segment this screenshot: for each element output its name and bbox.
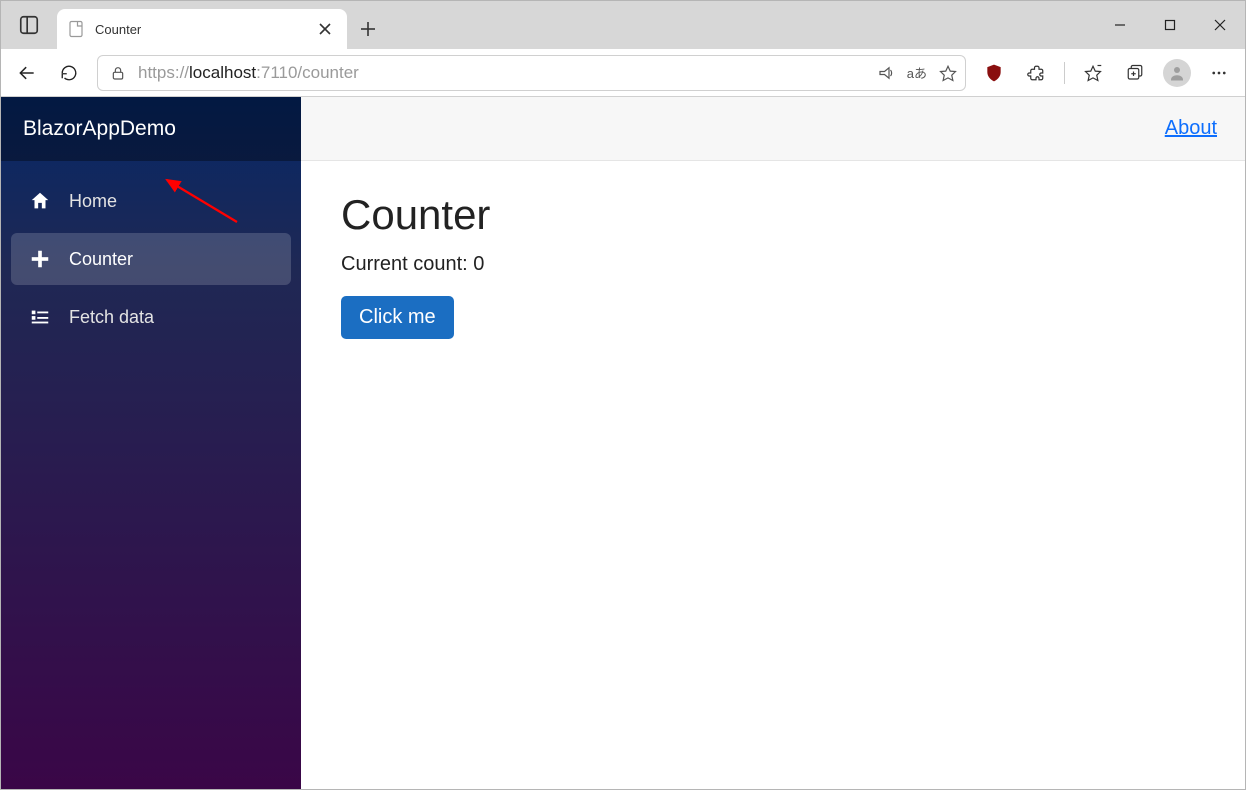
more-button[interactable] <box>1199 53 1239 93</box>
window-maximize-button[interactable] <box>1145 1 1195 49</box>
browser-tab[interactable]: Counter <box>57 9 347 49</box>
plus-icon <box>27 246 53 272</box>
url-rest: :7110/counter <box>256 63 359 82</box>
url-protocol: https:// <box>138 63 189 82</box>
toolbar-separator <box>1064 62 1065 84</box>
browser-window: Counter <box>0 0 1246 790</box>
tab-actions-button[interactable] <box>1 1 57 49</box>
address-bar-actions: aあ <box>877 63 957 82</box>
close-icon <box>319 23 331 35</box>
shield-icon <box>984 63 1004 83</box>
maximize-icon <box>1164 19 1176 31</box>
star-icon <box>939 64 957 82</box>
address-text: https://localhost:7110/counter <box>138 63 877 83</box>
window-close-button[interactable] <box>1195 1 1245 49</box>
window-minimize-button[interactable] <box>1095 1 1145 49</box>
plus-icon <box>361 22 375 36</box>
page-content: Counter Current count: 0 Click me <box>301 161 1245 369</box>
collections-button[interactable] <box>1115 53 1155 93</box>
translate-button[interactable]: aあ <box>907 63 927 82</box>
nav-item-home[interactable]: Home <box>11 175 291 227</box>
address-bar[interactable]: https://localhost:7110/counter aあ <box>97 55 966 91</box>
tab-favicon-icon <box>67 20 85 38</box>
lock-icon <box>110 65 126 81</box>
window-controls <box>1095 1 1245 49</box>
click-me-button[interactable]: Click me <box>341 296 454 339</box>
tab-actions-icon <box>18 14 40 36</box>
favorite-button[interactable] <box>939 64 957 82</box>
app-viewport: BlazorAppDemo Home Counter <box>1 97 1245 789</box>
main: About Counter Current count: 0 Click me <box>301 97 1245 789</box>
count-line: Current count: 0 <box>341 253 1205 276</box>
titlebar: Counter <box>1 1 1245 49</box>
nav-item-label: Home <box>69 191 117 212</box>
site-info-button[interactable] <box>106 61 130 85</box>
titlebar-spacer <box>389 1 1095 49</box>
new-tab-button[interactable] <box>347 9 389 49</box>
nav-item-label: Counter <box>69 249 133 270</box>
collections-icon <box>1126 64 1144 82</box>
person-icon <box>1168 64 1186 82</box>
puzzle-icon <box>1027 64 1045 82</box>
back-button[interactable] <box>7 53 47 93</box>
favorites-button[interactable] <box>1073 53 1113 93</box>
page-heading: Counter <box>341 191 1205 239</box>
refresh-button[interactable] <box>49 53 89 93</box>
list-icon <box>27 304 53 330</box>
read-aloud-icon <box>877 64 895 82</box>
refresh-icon <box>60 64 78 82</box>
app-topbar: About <box>301 97 1245 161</box>
avatar <box>1163 59 1191 87</box>
extensions-button[interactable] <box>1016 53 1056 93</box>
tab-title: Counter <box>95 22 313 37</box>
read-aloud-button[interactable] <box>877 64 895 82</box>
star-line-icon <box>1084 64 1102 82</box>
tab-close-button[interactable] <box>313 17 337 41</box>
nav-item-fetch-data[interactable]: Fetch data <box>11 291 291 343</box>
brand-label: BlazorAppDemo <box>23 117 176 141</box>
minimize-icon <box>1114 19 1126 31</box>
profile-button[interactable] <box>1157 53 1197 93</box>
extension-ublock-button[interactable] <box>974 53 1014 93</box>
nav-list: Home Counter Fetch data <box>1 161 301 357</box>
url-host: localhost <box>189 63 256 82</box>
nav-item-counter[interactable]: Counter <box>11 233 291 285</box>
sidebar: BlazorAppDemo Home Counter <box>1 97 301 789</box>
sidebar-brand[interactable]: BlazorAppDemo <box>1 97 301 161</box>
home-icon <box>27 188 53 214</box>
browser-toolbar: https://localhost:7110/counter aあ <box>1 49 1245 97</box>
count-value: 0 <box>473 253 484 275</box>
more-horizontal-icon <box>1210 64 1228 82</box>
nav-item-label: Fetch data <box>69 307 154 328</box>
arrow-left-icon <box>17 63 37 83</box>
close-icon <box>1214 19 1226 31</box>
about-link[interactable]: About <box>1165 117 1217 140</box>
count-label: Current count: <box>341 253 473 275</box>
